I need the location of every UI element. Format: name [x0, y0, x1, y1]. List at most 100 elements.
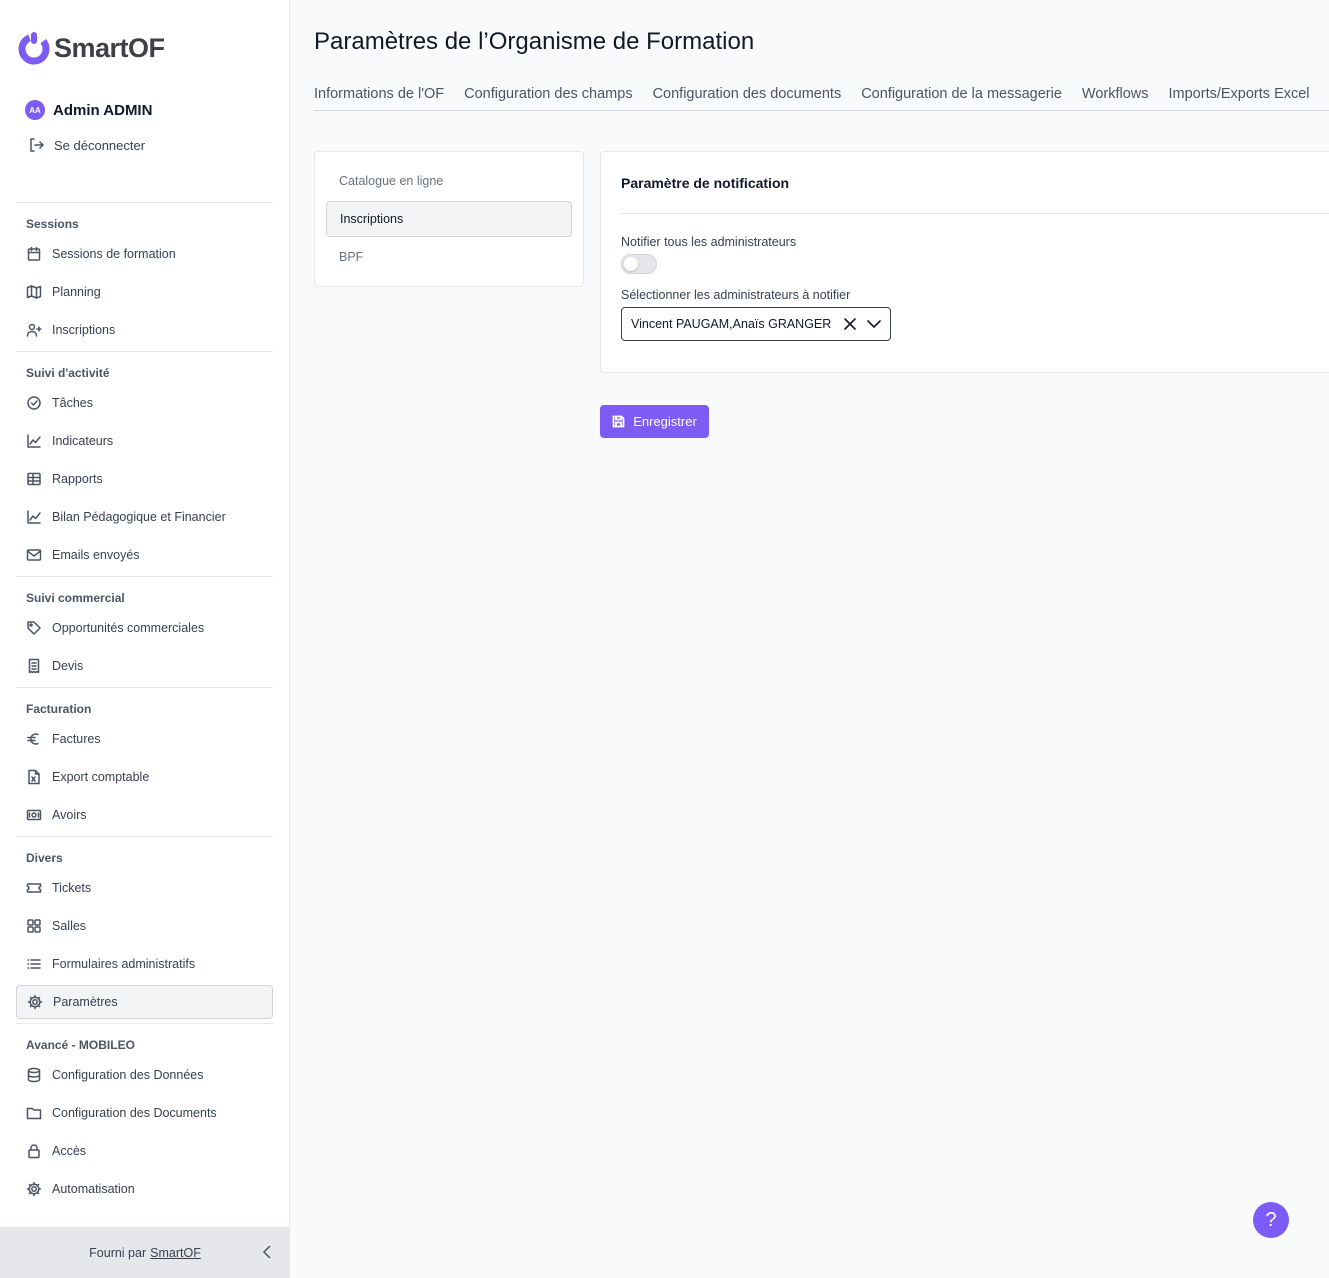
sidebar-item-salles[interactable]: Salles [16, 909, 273, 943]
subnav-item-bpf[interactable]: BPF [326, 239, 572, 275]
sidebar-item-configuration-des-documents[interactable]: Configuration des Documents [16, 1096, 273, 1130]
sidebar-item-label: Devis [52, 659, 84, 673]
sidebar-item-label: Formulaires administratifs [52, 957, 196, 971]
chart-line-icon [26, 509, 42, 525]
check-circle-icon [26, 395, 42, 411]
sidebar-item-label: Opportunités commerciales [52, 621, 205, 635]
close-icon [844, 318, 856, 330]
subnav-item-inscriptions[interactable]: Inscriptions [326, 201, 572, 237]
gear-icon [26, 1181, 42, 1197]
user-name: Admin ADMIN [53, 101, 153, 119]
receipt-icon [26, 658, 42, 674]
tab-configuration-des-champs[interactable]: Configuration des champs [464, 86, 632, 110]
main-content: Paramètres de l’Organisme de Formation I… [314, 0, 1329, 1278]
smartof-logo[interactable]: SmartOF [16, 30, 165, 66]
sidebar-item-label: Salles [52, 919, 87, 933]
sidebar-item-sessions-de-formation[interactable]: Sessions de formation [16, 237, 273, 271]
sidebar-item-rapports[interactable]: Rapports [16, 462, 273, 496]
sidebar-item-label: Accès [52, 1144, 87, 1158]
tab-configuration-des-documents[interactable]: Configuration des documents [653, 86, 842, 110]
notify-all-toggle[interactable] [621, 254, 657, 274]
select-admins-label: Sélectionner les administrateurs à notif… [621, 288, 851, 302]
nav-section-title: Divers [26, 851, 63, 865]
sidebar-item-label: Planning [52, 285, 101, 299]
sidebar-item-label: Factures [52, 732, 101, 746]
tab-configuration-de-la-messagerie[interactable]: Configuration de la messagerie [861, 86, 1062, 110]
sidebar-item-bilan-pedagogique-et-financier[interactable]: Bilan Pédagogique et Financier [16, 500, 273, 534]
file-excel-icon [26, 769, 42, 785]
footer-link[interactable]: SmartOF [150, 1246, 201, 1260]
mail-icon [26, 547, 42, 563]
sidebar-item-formulaires-administratifs[interactable]: Formulaires administratifs [16, 947, 273, 981]
sidebar-item-label: Bilan Pédagogique et Financier [52, 510, 226, 524]
logo-text: SmartOF [54, 32, 165, 63]
sidebar-item-factures[interactable]: Factures [16, 722, 273, 756]
euro-icon [26, 731, 42, 747]
nav-section: Avancé - MOBILEO Configuration des Donnée… [16, 1023, 273, 1206]
save-button[interactable]: Enregistrer [600, 405, 709, 438]
lock-icon [26, 1143, 42, 1159]
ticket-icon [26, 880, 42, 896]
map-icon [26, 284, 42, 300]
page-title: Paramètres de l’Organisme de Formation [314, 28, 755, 55]
smartof-logo-icon [18, 32, 50, 65]
banknote-icon [26, 807, 42, 823]
sidebar-item-inscriptions[interactable]: Inscriptions [16, 313, 273, 347]
panel-title: Paramètre de notification [621, 175, 790, 191]
sidebar-item-parametres[interactable]: Paramètres [16, 985, 273, 1019]
collapse-sidebar-button[interactable] [260, 1244, 274, 1260]
table-icon [26, 471, 42, 487]
nav-section: Suivi commercial Opportunités commerciale… [16, 576, 273, 683]
chevron-left-icon [262, 1245, 271, 1259]
logout-label: Se déconnecter [54, 137, 146, 153]
notify-all-label: Notifier tous les administrateurs [621, 235, 797, 249]
tab-informations-de-l-of[interactable]: Informations de l'OF [314, 86, 444, 110]
sidebar-item-taches[interactable]: Tâches [16, 386, 273, 420]
tab-workflows[interactable]: Workflows [1082, 86, 1149, 110]
tab-imports-exports-excel[interactable]: Imports/Exports Excel [1169, 86, 1310, 110]
subnav-item-catalogue-en-ligne[interactable]: Catalogue en ligne [326, 163, 572, 199]
tag-icon [26, 620, 42, 636]
help-button[interactable]: ? [1253, 1202, 1289, 1238]
folder-icon [26, 1105, 42, 1121]
sidebar-item-export-comptable[interactable]: Export comptable [16, 760, 273, 794]
footer-prefix: Fourni par [89, 1245, 147, 1260]
sidebar-item-opportunites-commerciales[interactable]: Opportunités commerciales [16, 611, 273, 645]
user-profile[interactable]: AA Admin ADMIN [25, 100, 152, 120]
sidebar: SmartOF AA Admin ADMIN Se déconnecter Se… [0, 0, 290, 1278]
nav-section: Divers Tickets Salles Formulaires administr… [16, 836, 273, 1019]
sidebar-item-automatisation[interactable]: Automatisation [16, 1172, 273, 1206]
sidebar-item-label: Avoirs [52, 808, 87, 822]
sidebar-item-avoirs[interactable]: Avoirs [16, 798, 273, 832]
nav-section: Facturation Factures Export comptable Avoir… [16, 687, 273, 832]
database-icon [26, 1067, 42, 1083]
sidebar-item-configuration-des-donnees[interactable]: Configuration des Données [16, 1058, 273, 1092]
sidebar-item-devis[interactable]: Devis [16, 649, 273, 683]
sidebar-item-label: Emails envoyés [52, 548, 140, 562]
sidebar-item-acces[interactable]: Accès [16, 1134, 273, 1168]
sidebar-nav: Sessions Sessions de formation Planning Ins… [16, 202, 273, 1210]
selected-admins: Vincent PAUGAM,Anaïs GRANGER [631, 317, 832, 331]
sidebar-item-indicateurs[interactable]: Indicateurs [16, 424, 273, 458]
dropdown-toggle[interactable] [862, 312, 886, 336]
sidebar-item-label: Configuration des Documents [52, 1106, 217, 1120]
sidebar-item-label: Automatisation [52, 1182, 135, 1196]
logout-button[interactable]: Se déconnecter [28, 137, 145, 153]
help-icon: ? [1265, 1208, 1277, 1231]
sidebar-item-planning[interactable]: Planning [16, 275, 273, 309]
sidebar-footer: Fourni par SmartOF [0, 1227, 290, 1278]
admins-multiselect[interactable]: Vincent PAUGAM,Anaïs GRANGER [621, 307, 891, 341]
clear-selection-button[interactable] [838, 312, 862, 336]
nav-section-title: Facturation [26, 702, 92, 716]
sidebar-item-tickets[interactable]: Tickets [16, 871, 273, 905]
notification-panel: Paramètre de notification Notifier tous … [600, 151, 1329, 373]
sidebar-item-label: Inscriptions [52, 323, 116, 337]
floppy-disk-icon [612, 415, 625, 428]
sidebar-item-label: Tickets [52, 881, 92, 895]
nav-section-title: Avancé - MOBILEO [26, 1038, 135, 1052]
chart-line-icon [26, 433, 42, 449]
sidebar-item-emails-envoyes[interactable]: Emails envoyés [16, 538, 273, 572]
gear-icon [27, 994, 43, 1010]
avatar: AA [25, 100, 45, 120]
toggle-knob [624, 257, 638, 271]
